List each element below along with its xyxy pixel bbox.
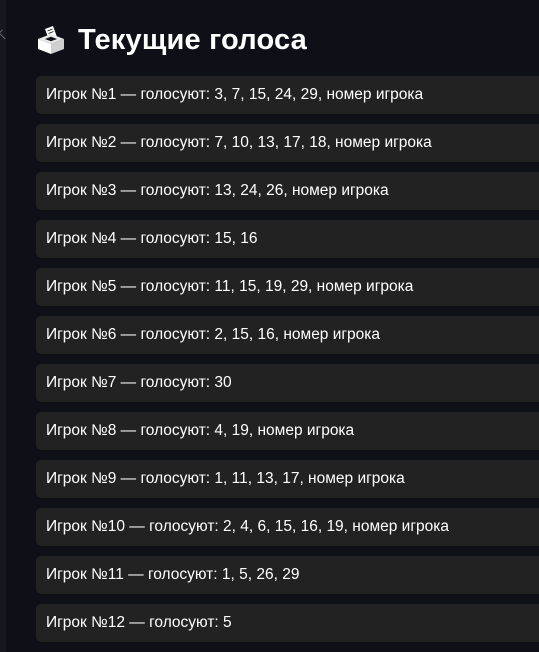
votes-list: Игрок №1 — голосуют: 3, 7, 15, 24, 29, н… — [36, 76, 539, 652]
list-item: Игрок №3 — голосуют: 13, 24, 26, номер и… — [36, 172, 539, 210]
list-item: Игрок №9 — голосуют: 1, 11, 13, 17, номе… — [36, 460, 539, 498]
list-item: Игрок №11 — голосуют: 1, 5, 26, 29 — [36, 556, 539, 594]
list-item: Игрок №1 — голосуют: 3, 7, 15, 24, 29, н… — [36, 76, 539, 114]
list-item: Игрок №12 — голосуют: 5 — [36, 604, 539, 642]
list-item: Игрок №2 — голосуют: 7, 10, 13, 17, 18, … — [36, 124, 539, 162]
list-item: Игрок №8 — голосуют: 4, 19, номер игрока — [36, 412, 539, 450]
list-item: Игрок №10 — голосуют: 2, 4, 6, 15, 16, 1… — [36, 508, 539, 546]
panel-header: Текущие голоса — [36, 22, 307, 58]
list-item: Игрок №5 — голосуют: 11, 15, 19, 29, ном… — [36, 268, 539, 306]
current-votes-panel: Текущие голоса Игрок №1 — голосуют: 3, 7… — [6, 0, 539, 652]
list-item: Игрок №6 — голосуют: 2, 15, 16, номер иг… — [36, 316, 539, 354]
page-title: Текущие голоса — [78, 23, 307, 56]
ballot-box-icon — [38, 26, 64, 54]
list-item: Игрок №4 — голосуют: 15, 16 — [36, 220, 539, 258]
list-item: Игрок №7 — голосуют: 30 — [36, 364, 539, 402]
